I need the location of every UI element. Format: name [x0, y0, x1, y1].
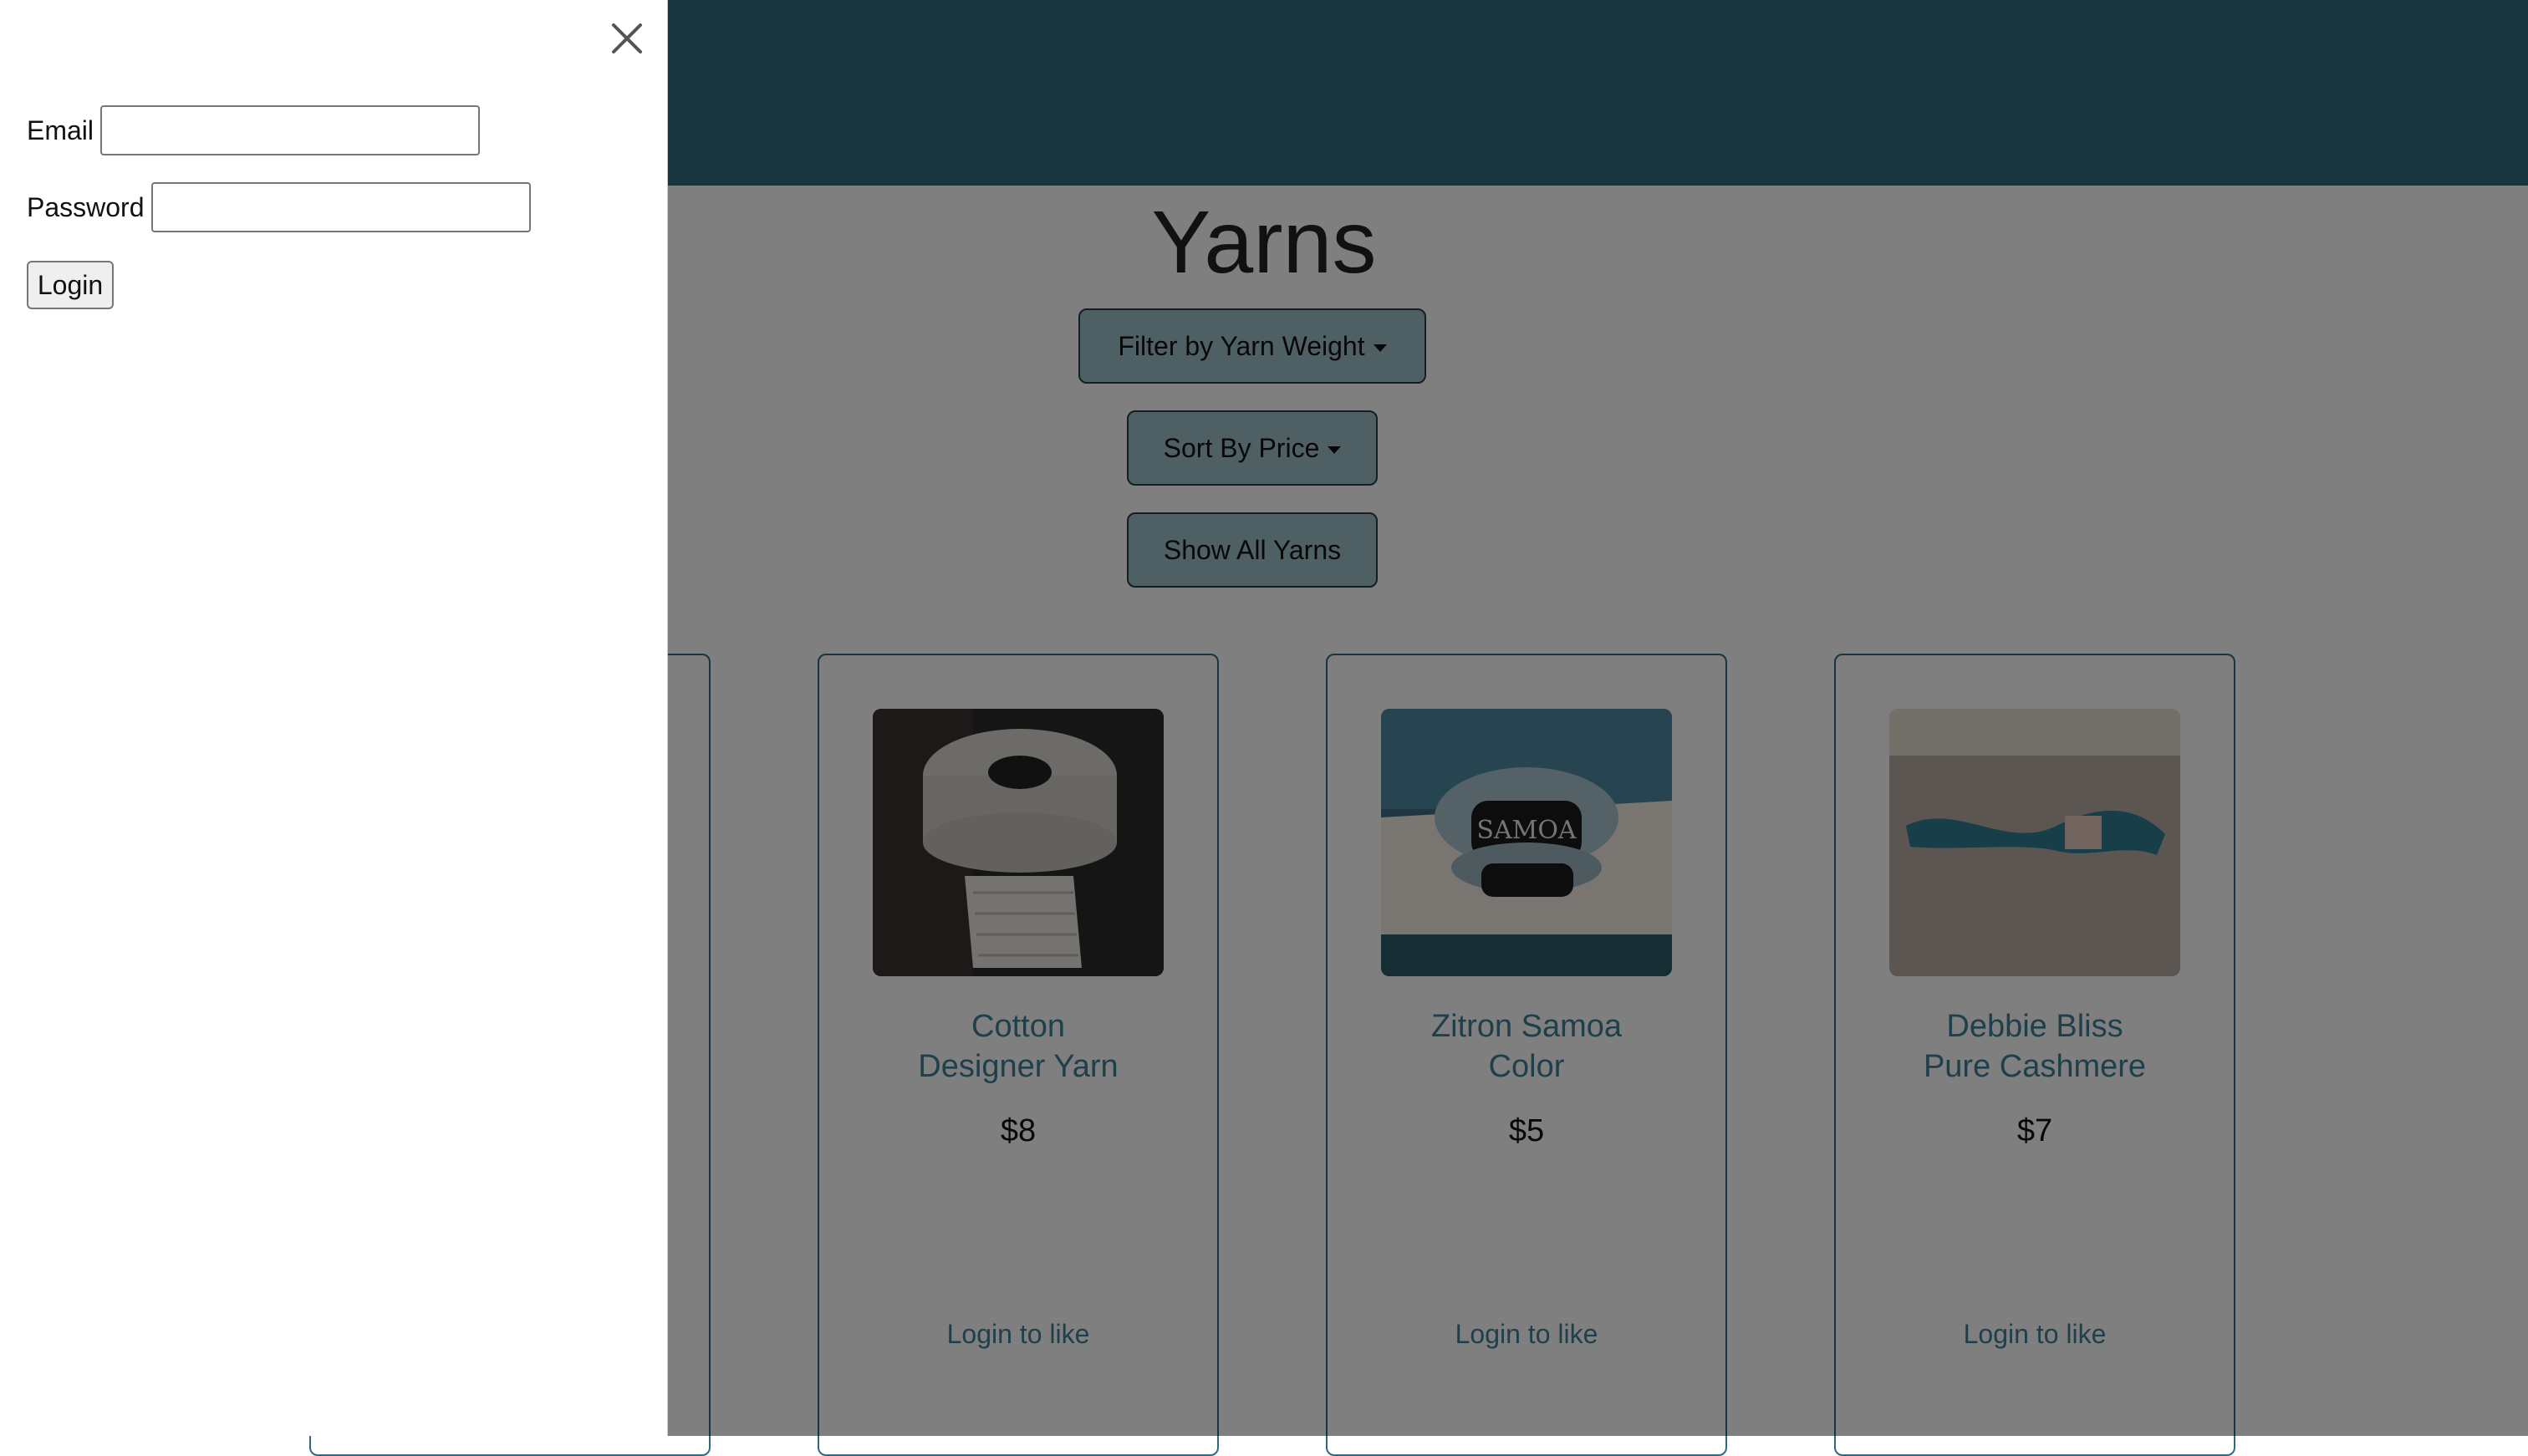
email-field[interactable] [100, 105, 481, 155]
password-label: Password [27, 191, 145, 222]
login-panel: Email Password Login [0, 0, 668, 1436]
login-button[interactable]: Login [27, 261, 114, 309]
close-icon[interactable] [607, 18, 647, 59]
email-label: Email [27, 115, 94, 145]
email-row: Email [27, 105, 481, 155]
password-row: Password [27, 182, 531, 232]
password-field[interactable] [150, 182, 531, 232]
